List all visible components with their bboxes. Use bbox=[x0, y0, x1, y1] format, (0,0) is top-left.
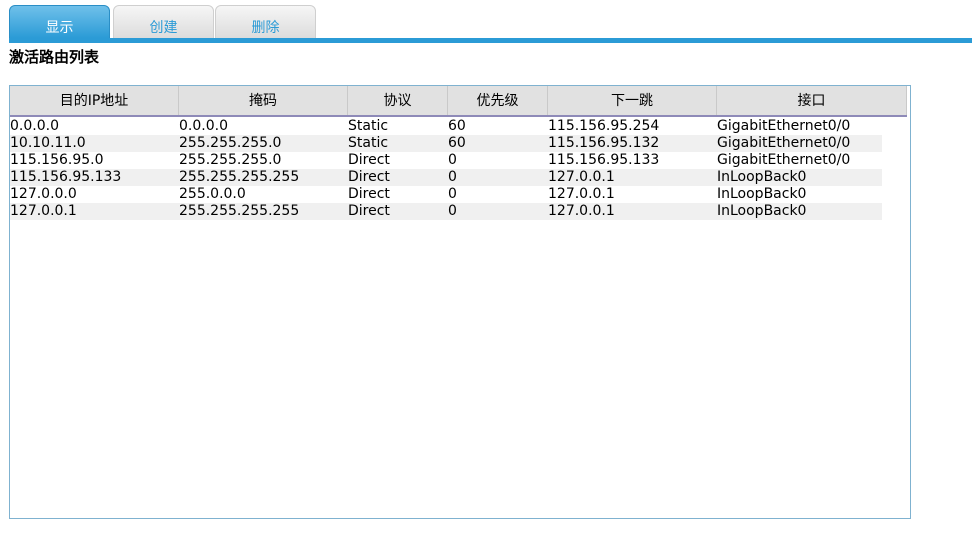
cell-next-hop: 115.156.95.132 bbox=[548, 135, 660, 151]
table-row[interactable]: 115.156.95.133 255.255.255.255 Direct 0 … bbox=[10, 169, 882, 186]
table-row[interactable]: 127.0.0.0 255.0.0.0 Direct 0 127.0.0.1 I… bbox=[10, 186, 882, 203]
cell-mask: 255.255.255.0 bbox=[179, 152, 282, 168]
cell-interface: InLoopBack0 bbox=[717, 186, 807, 202]
table-row[interactable]: 127.0.0.1 255.255.255.255 Direct 0 127.0… bbox=[10, 203, 882, 220]
cell-interface: InLoopBack0 bbox=[717, 169, 807, 185]
tab-delete[interactable]: 删除 bbox=[215, 5, 316, 39]
cell-priority: 0 bbox=[448, 203, 457, 219]
route-table: 目的IP地址 掩码 协议 优先级 下一跳 接口 0.0.0.0 0.0.0.0 … bbox=[9, 85, 911, 519]
table-row[interactable]: 115.156.95.0 255.255.255.0 Direct 0 115.… bbox=[10, 152, 882, 169]
cell-protocol: Static bbox=[348, 135, 389, 151]
cell-mask: 255.255.255.255 bbox=[179, 203, 300, 219]
cell-priority: 60 bbox=[448, 118, 466, 134]
cell-protocol: Direct bbox=[348, 152, 390, 168]
table-row[interactable]: 0.0.0.0 0.0.0.0 Static 60 115.156.95.254… bbox=[10, 118, 882, 135]
cell-next-hop: 115.156.95.133 bbox=[548, 152, 660, 168]
cell-next-hop: 115.156.95.254 bbox=[548, 118, 660, 134]
tab-underline bbox=[9, 38, 972, 43]
column-header-protocol[interactable]: 协议 bbox=[348, 86, 448, 115]
table-body: 0.0.0.0 0.0.0.0 Static 60 115.156.95.254… bbox=[10, 118, 882, 220]
cell-destination: 115.156.95.0 bbox=[10, 152, 104, 168]
cell-next-hop: 127.0.0.1 bbox=[548, 203, 615, 219]
cell-protocol: Direct bbox=[348, 169, 390, 185]
cell-next-hop: 127.0.0.1 bbox=[548, 169, 615, 185]
cell-destination: 0.0.0.0 bbox=[10, 118, 59, 134]
column-header-next-hop[interactable]: 下一跳 bbox=[548, 86, 717, 115]
cell-destination: 127.0.0.0 bbox=[10, 186, 77, 202]
column-header-mask[interactable]: 掩码 bbox=[179, 86, 348, 115]
cell-priority: 0 bbox=[448, 169, 457, 185]
column-header-priority[interactable]: 优先级 bbox=[448, 86, 548, 115]
cell-interface: GigabitEthernet0/0 bbox=[717, 135, 851, 151]
table-header: 目的IP地址 掩码 协议 优先级 下一跳 接口 bbox=[10, 86, 907, 117]
tab-create[interactable]: 创建 bbox=[113, 5, 214, 39]
cell-interface: GigabitEthernet0/0 bbox=[717, 118, 851, 134]
page-title: 激活路由列表 bbox=[9, 48, 100, 66]
cell-mask: 0.0.0.0 bbox=[179, 118, 228, 134]
cell-priority: 60 bbox=[448, 135, 466, 151]
cell-mask: 255.0.0.0 bbox=[179, 186, 246, 202]
table-row[interactable]: 10.10.11.0 255.255.255.0 Static 60 115.1… bbox=[10, 135, 882, 152]
cell-destination: 115.156.95.133 bbox=[10, 169, 122, 185]
column-header-interface[interactable]: 接口 bbox=[717, 86, 907, 115]
tab-display[interactable]: 显示 bbox=[9, 5, 110, 39]
cell-mask: 255.255.255.0 bbox=[179, 135, 282, 151]
cell-interface: InLoopBack0 bbox=[717, 203, 807, 219]
cell-protocol: Direct bbox=[348, 203, 390, 219]
cell-protocol: Direct bbox=[348, 186, 390, 202]
cell-mask: 255.255.255.255 bbox=[179, 169, 300, 185]
cell-protocol: Static bbox=[348, 118, 389, 134]
column-header-destination[interactable]: 目的IP地址 bbox=[10, 86, 179, 115]
cell-interface: GigabitEthernet0/0 bbox=[717, 152, 851, 168]
cell-destination: 127.0.0.1 bbox=[10, 203, 77, 219]
cell-destination: 10.10.11.0 bbox=[10, 135, 86, 151]
cell-priority: 0 bbox=[448, 152, 457, 168]
cell-next-hop: 127.0.0.1 bbox=[548, 186, 615, 202]
cell-priority: 0 bbox=[448, 186, 457, 202]
